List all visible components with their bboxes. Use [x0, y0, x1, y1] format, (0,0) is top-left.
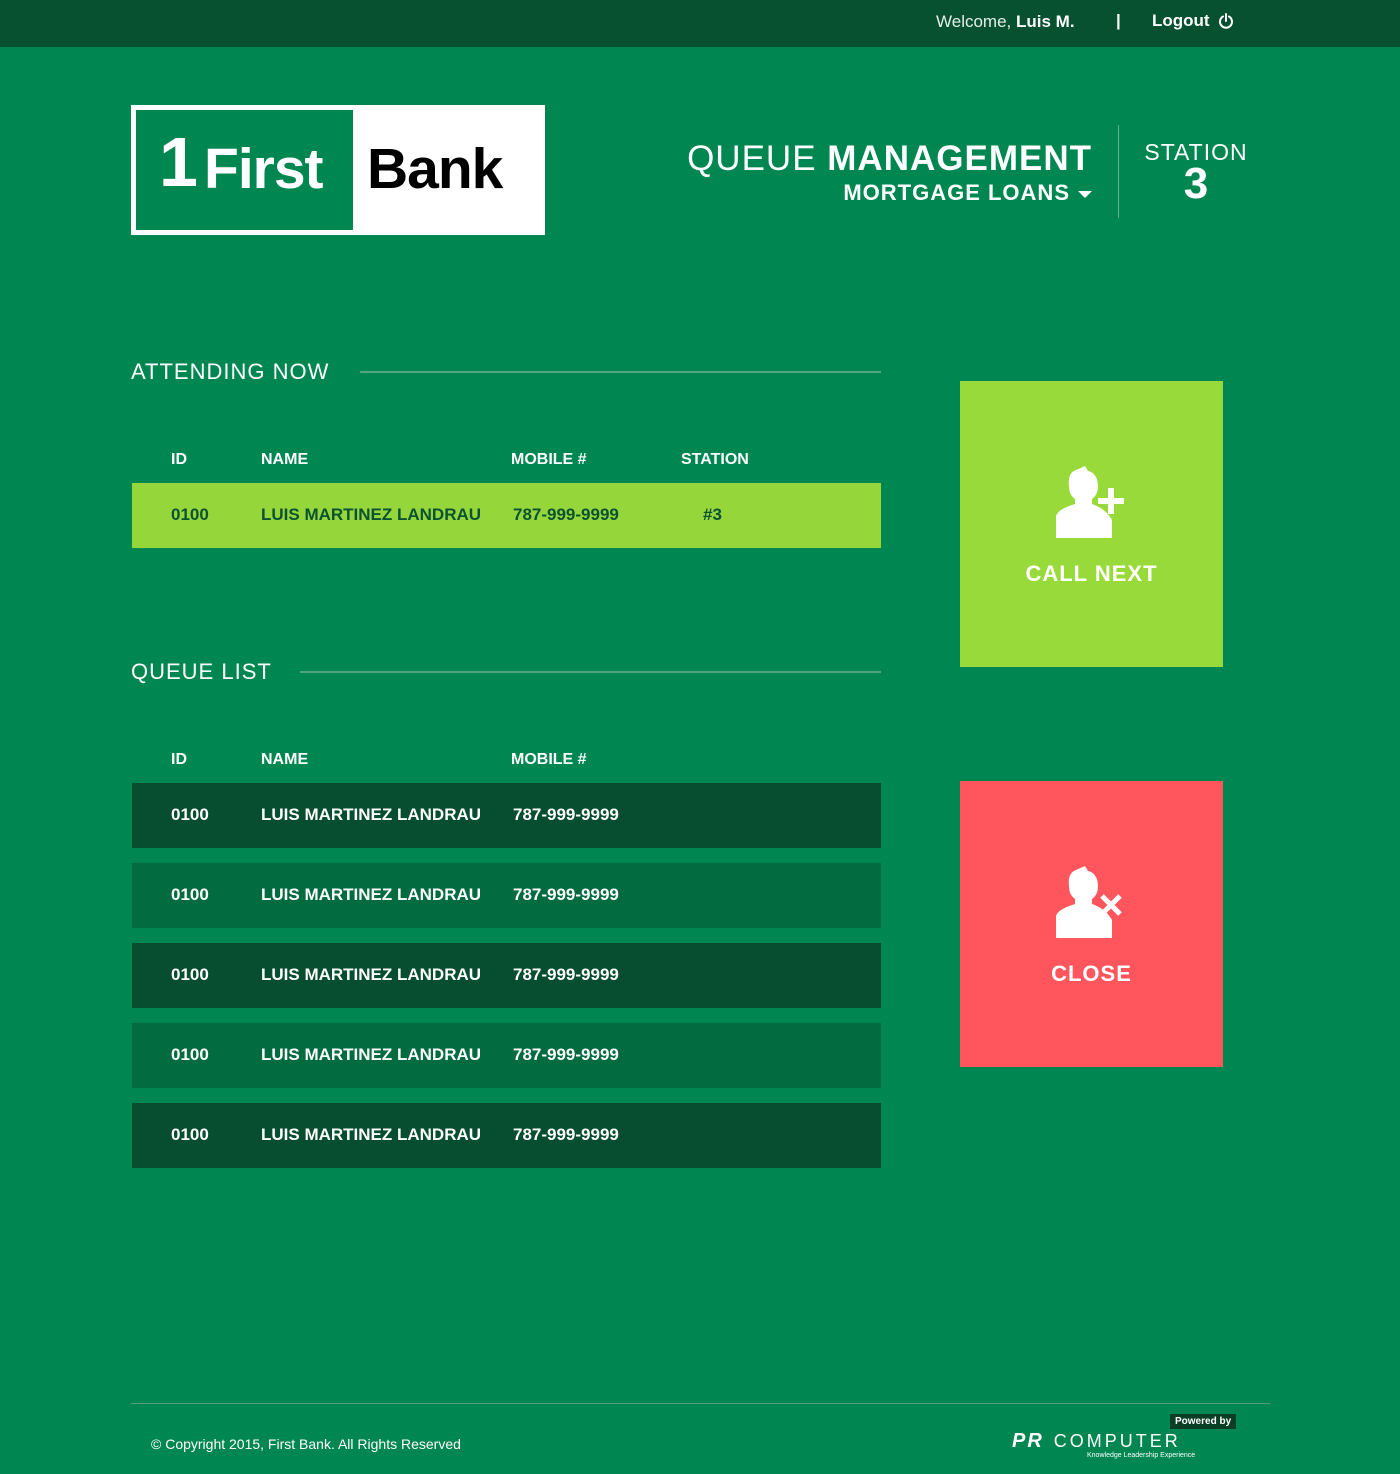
- copyright-text: © Copyright 2015, First Bank. All Rights…: [151, 1436, 461, 1452]
- queue-name: LUIS MARTINEZ LANDRAU: [261, 1045, 482, 1064]
- queue-name: LUIS MARTINEZ LANDRAU: [261, 965, 482, 984]
- title-queue: QUEUE: [687, 139, 817, 178]
- title-management: MANAGEMENT: [827, 139, 1092, 178]
- col-name: NAME: [261, 751, 309, 768]
- queue-mobile: 787-999-9999: [513, 1045, 619, 1064]
- queue-row[interactable]: 0100 LUIS MARTINEZ LANDRAU 787-999-9999: [132, 863, 881, 928]
- power-icon: [1218, 13, 1233, 29]
- queue-name: LUIS MARTINEZ LANDRAU: [261, 805, 482, 824]
- attending-row[interactable]: 0100 LUIS MARTINEZ LANDRAU 787-999-9999 …: [132, 483, 881, 548]
- caret-down-icon: [1078, 190, 1092, 198]
- queue-id: 0100: [171, 885, 209, 904]
- queue-table-header: ID NAME MOBILE #: [132, 751, 881, 775]
- queue-mobile: 787-999-9999: [513, 805, 619, 824]
- logout-label: Logout: [1152, 11, 1210, 30]
- attending-table-header: ID NAME MOBILE # STATION: [132, 451, 881, 475]
- queue-mobile: 787-999-9999: [513, 885, 619, 904]
- attending-mobile: 787-999-9999: [513, 505, 619, 524]
- col-station: STATION: [681, 451, 749, 468]
- close-label: CLOSE: [1051, 961, 1132, 986]
- queue-row[interactable]: 0100 LUIS MARTINEZ LANDRAU 787-999-9999: [132, 783, 881, 848]
- powered-by-badge: Powered by: [1170, 1414, 1237, 1429]
- attending-divider: [360, 371, 881, 373]
- first-bank-logo: 1 First Bank: [131, 105, 545, 235]
- page-title: QUEUE MANAGEMENT: [687, 141, 1092, 176]
- welcome-text: Welcome, Luis M.: [936, 12, 1075, 32]
- close-button[interactable]: CLOSE: [960, 781, 1223, 1067]
- queue-row[interactable]: 0100 LUIS MARTINEZ LANDRAU 787-999-9999: [132, 943, 881, 1008]
- queue-row[interactable]: 0100 LUIS MARTINEZ LANDRAU 787-999-9999: [132, 1103, 881, 1168]
- col-mobile: MOBILE #: [511, 751, 587, 768]
- station-number: 3: [1183, 159, 1209, 208]
- queue-row[interactable]: 0100 LUIS MARTINEZ LANDRAU 787-999-9999: [132, 1023, 881, 1088]
- col-mobile: MOBILE #: [511, 451, 587, 468]
- queue-id: 0100: [171, 965, 209, 984]
- call-next-button[interactable]: CALL NEXT: [960, 381, 1223, 667]
- queue-id: 0100: [171, 1125, 209, 1144]
- logo-bank: Bank: [367, 137, 503, 201]
- logo-one: 1: [159, 123, 198, 201]
- header-separator: |: [1116, 11, 1121, 30]
- department-label: MORTGAGE LOANS: [843, 180, 1070, 205]
- add-user-icon: [1056, 466, 1124, 538]
- attending-station: #3: [703, 505, 722, 524]
- col-id: ID: [171, 451, 187, 468]
- user-name: Luis M.: [1016, 12, 1075, 31]
- remove-user-icon: [1056, 866, 1122, 938]
- footer-divider: [131, 1403, 1270, 1404]
- logout-button[interactable]: Logout: [1152, 11, 1234, 31]
- queue-divider: [300, 671, 881, 673]
- call-next-label: CALL NEXT: [1025, 561, 1158, 586]
- logo-first: First: [204, 137, 324, 201]
- queue-mobile: 787-999-9999: [513, 1125, 619, 1144]
- queue-name: LUIS MARTINEZ LANDRAU: [261, 1125, 482, 1144]
- col-name: NAME: [261, 451, 309, 468]
- vendor-pr: PR: [1012, 1430, 1044, 1452]
- attending-id: 0100: [171, 505, 209, 524]
- queue-heading: QUEUE LIST: [131, 659, 272, 684]
- queue-mobile: 787-999-9999: [513, 965, 619, 984]
- vendor-computer: COMPUTER: [1053, 1431, 1181, 1451]
- top-bar: Welcome, Luis M. | Logout: [0, 0, 1400, 47]
- welcome-prefix: Welcome,: [936, 12, 1012, 31]
- attending-name: LUIS MARTINEZ LANDRAU: [261, 505, 482, 524]
- queue-id: 0100: [171, 805, 209, 824]
- vendor-tagline: Knowledge Leadership Experience: [1087, 1452, 1196, 1459]
- col-id: ID: [171, 751, 187, 768]
- queue-id: 0100: [171, 1045, 209, 1064]
- pr-computer-logo: PR COMPUTER: [1012, 1430, 1181, 1453]
- attending-heading: ATTENDING NOW: [131, 359, 330, 384]
- queue-name: LUIS MARTINEZ LANDRAU: [261, 885, 482, 904]
- department-dropdown[interactable]: MORTGAGE LOANS: [843, 180, 1092, 206]
- header-divider: [1118, 125, 1119, 218]
